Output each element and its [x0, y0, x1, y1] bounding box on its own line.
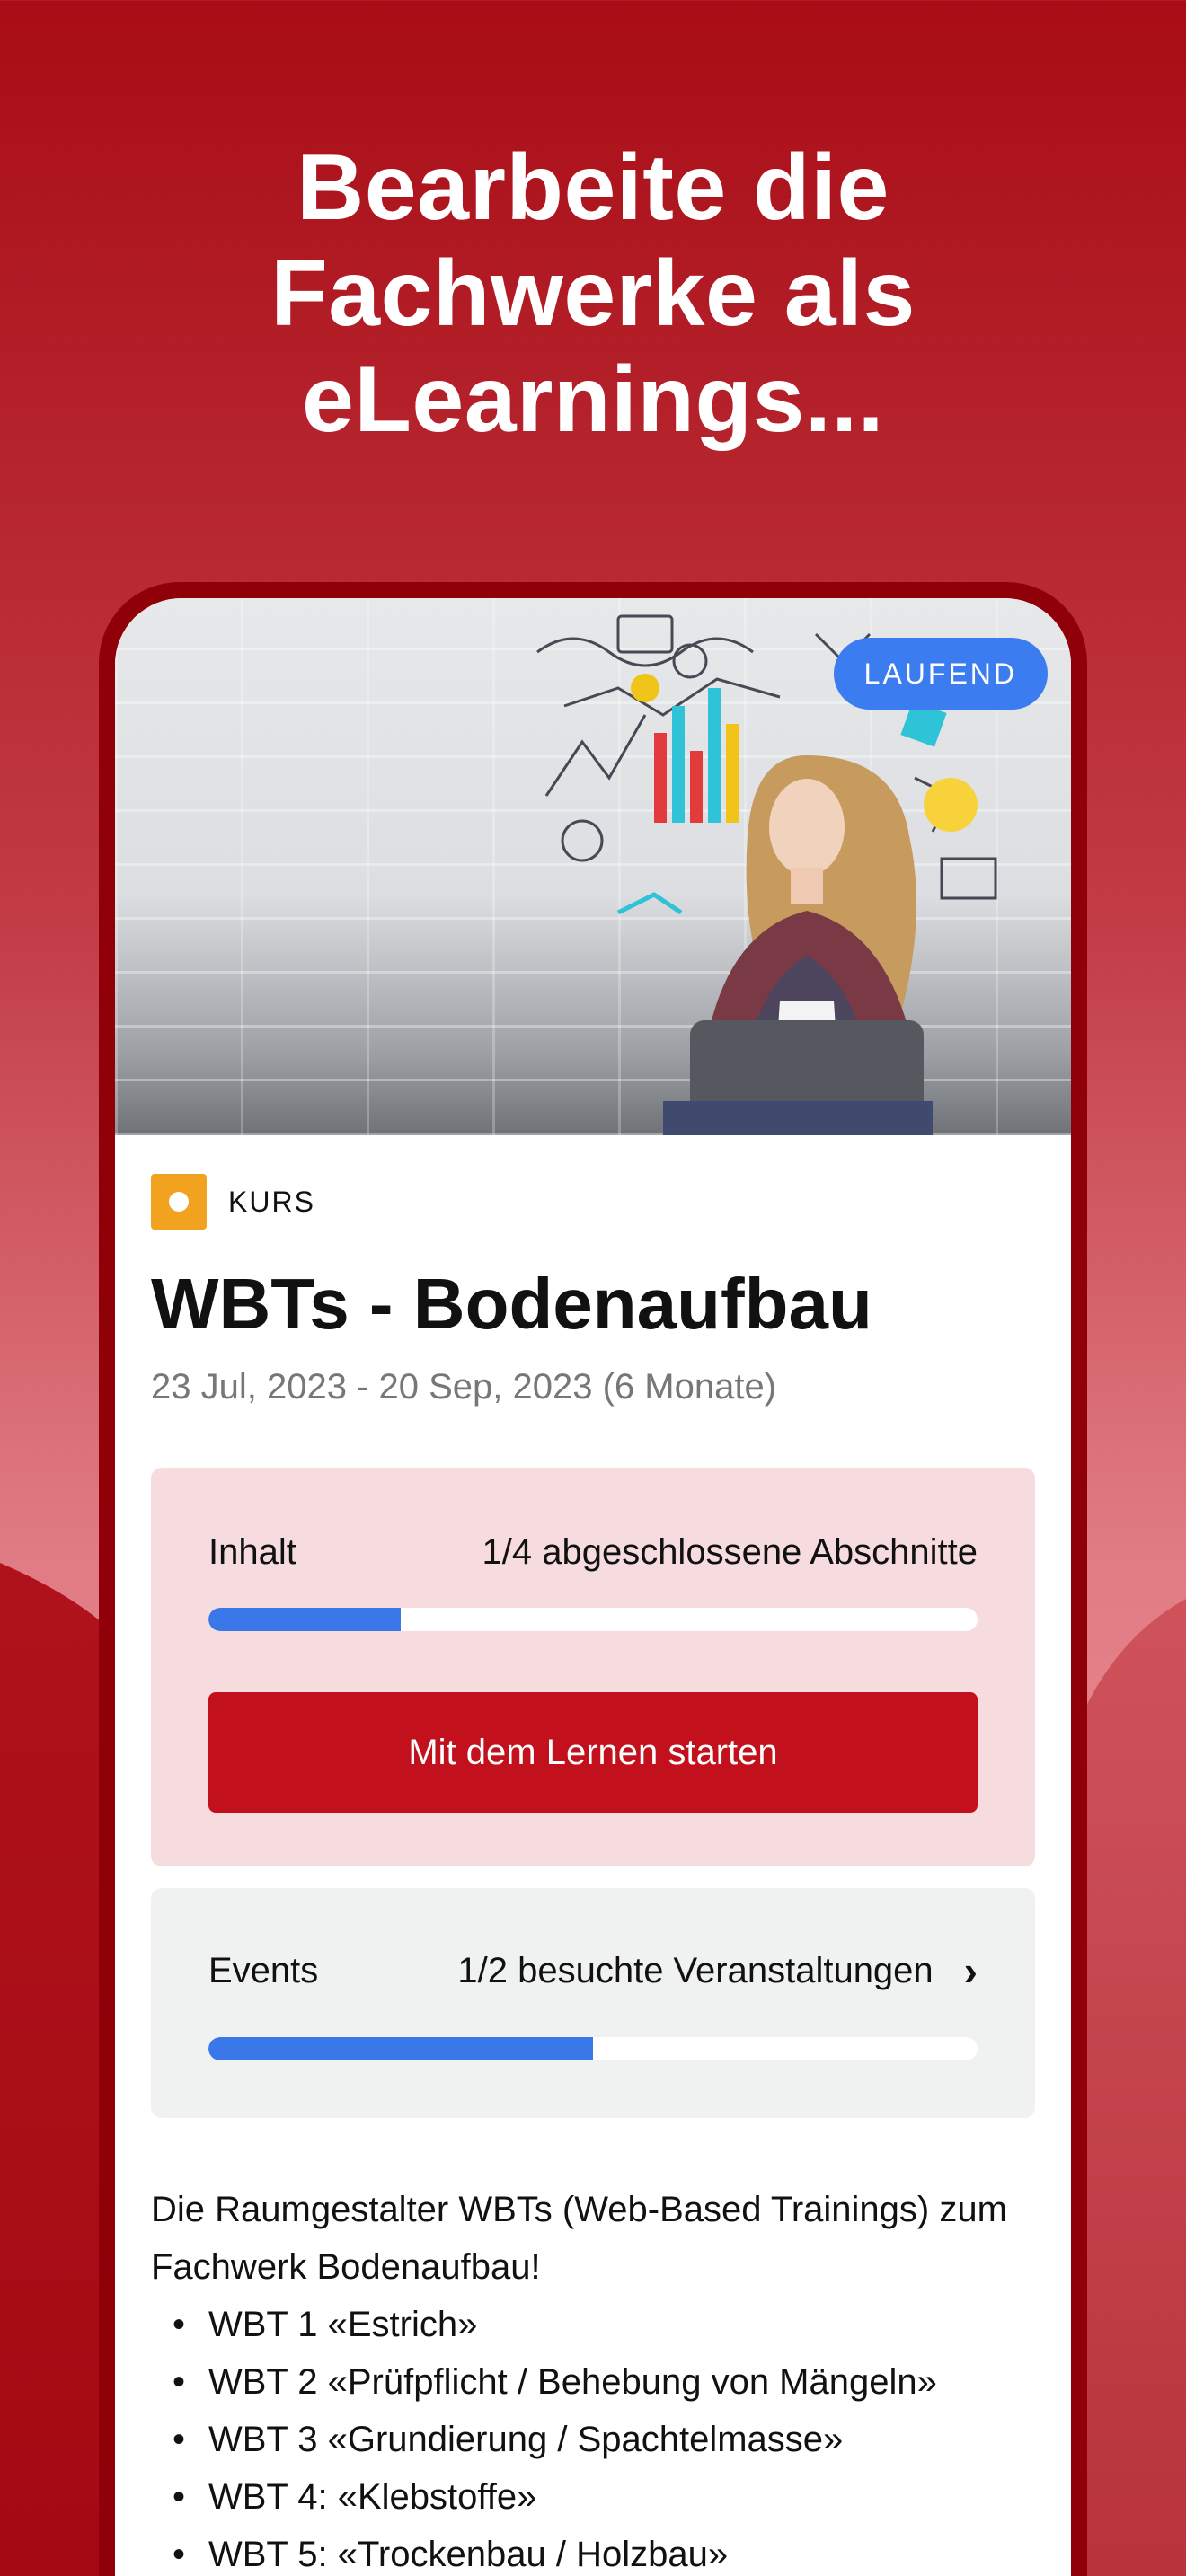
- course-detail-screen: LAUFEND KURS WBTs - Bodenaufbau 23 Jul, …: [115, 598, 1071, 2576]
- course-dates: 23 Jul, 2023 - 20 Sep, 2023 (6 Monate): [151, 1367, 777, 1407]
- content-progress-bar: [208, 1608, 978, 1631]
- status-badge: LAUFEND: [833, 638, 1048, 710]
- course-type-row: KURS: [151, 1173, 1035, 1231]
- content-label: Inhalt: [208, 1531, 296, 1572]
- events-progress-row: Events 1/2 besuchte Veranstaltungen ›: [208, 1942, 978, 1999]
- events-progress-text: 1/2 besuchte Veranstaltungen: [457, 1950, 934, 1990]
- chevron-right-icon[interactable]: ›: [964, 1946, 978, 1995]
- list-item: WBT 1 «Estrich»: [151, 2296, 1035, 2353]
- phone-frame: LAUFEND KURS WBTs - Bodenaufbau 23 Jul, …: [99, 582, 1087, 2576]
- description-list: WBT 1 «Estrich» WBT 2 «Prüfpflicht / Beh…: [151, 2296, 1035, 2576]
- list-item: WBT 3 «Grundierung / Spachtelmasse»: [151, 2411, 1035, 2468]
- events-progress-bar: [208, 2037, 978, 2060]
- course-header: KURS WBTs - Bodenaufbau 23 Jul, 2023 - 2…: [151, 1173, 1035, 1407]
- content-progress-fill: [208, 1608, 401, 1631]
- list-item: WBT 4: «Klebstoffe»: [151, 2468, 1035, 2526]
- headline-line-1: Bearbeite die: [296, 136, 890, 240]
- content-progress-card: Inhalt 1/4 abgeschlossene Abschnitte Mit…: [151, 1468, 1035, 1866]
- content-progress-text: 1/4 abgeschlossene Abschnitte: [482, 1531, 978, 1572]
- events-progress-fill: [208, 2037, 593, 2060]
- events-progress-card[interactable]: Events 1/2 besuchte Veranstaltungen ›: [151, 1888, 1035, 2118]
- events-label: Events: [208, 1950, 319, 1990]
- content-progress-row: Inhalt 1/4 abgeschlossene Abschnitte: [208, 1525, 978, 1579]
- course-description: Die Raumgestalter WBTs (Web-Based Traini…: [151, 2181, 1035, 2576]
- list-item: WBT 2 «Prüfpflicht / Behebung von Mängel…: [151, 2353, 1035, 2411]
- start-learning-button[interactable]: Mit dem Lernen starten: [208, 1692, 978, 1813]
- course-type-label: KURS: [228, 1185, 315, 1218]
- promo-headline: Bearbeite die Fachwerke als eLearnings..…: [0, 135, 1186, 453]
- course-title: WBTs - Bodenaufbau: [151, 1264, 872, 1344]
- course-type-icon: [151, 1174, 207, 1230]
- course-hero-image: LAUFEND: [115, 598, 1071, 1135]
- list-item: WBT 5: «Trockenbau / Holzbau»: [151, 2526, 1035, 2576]
- description-intro: Die Raumgestalter WBTs (Web-Based Traini…: [151, 2190, 1007, 2287]
- headline-line-2: Fachwerke als: [270, 242, 916, 346]
- headline-line-3: eLearnings...: [301, 348, 885, 452]
